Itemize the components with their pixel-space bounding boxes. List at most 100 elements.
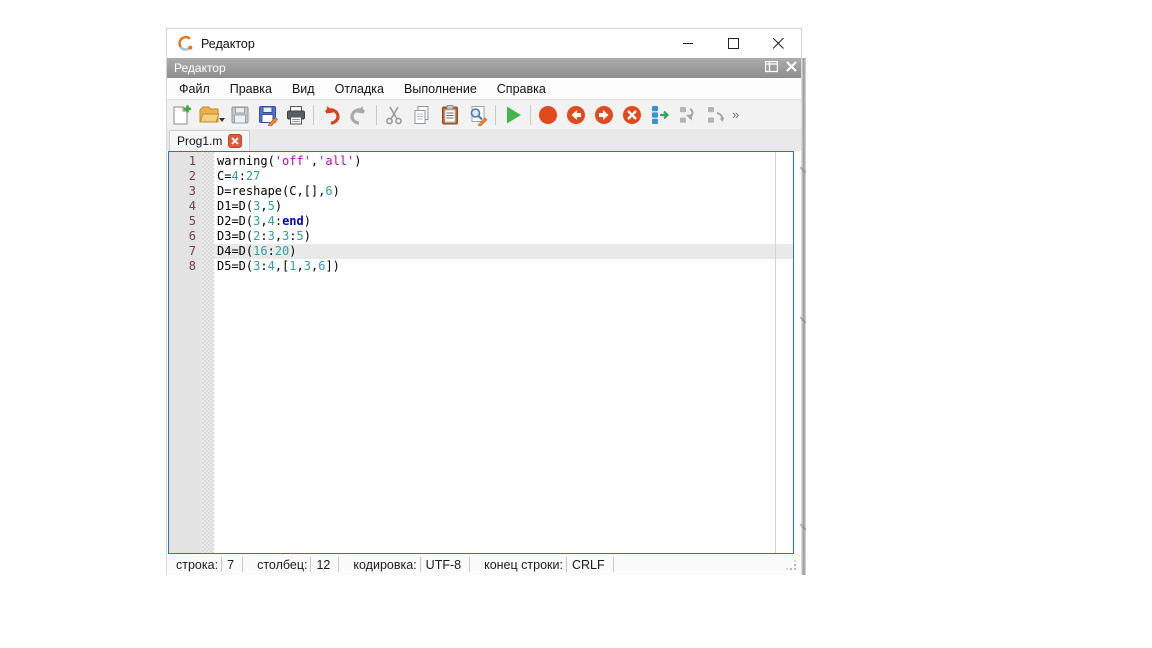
status-separator bbox=[469, 557, 470, 572]
copy-button[interactable] bbox=[408, 102, 436, 128]
step-button[interactable] bbox=[646, 102, 674, 128]
code-line[interactable]: 8 D5=D(3:4,[1,3,6]) bbox=[169, 259, 793, 274]
maximize-button[interactable] bbox=[711, 29, 756, 58]
next-breakpoint-button[interactable] bbox=[590, 102, 618, 128]
line-number: 3 bbox=[169, 184, 202, 199]
code-text[interactable]: D1=D(3,5) bbox=[214, 199, 793, 214]
fold-margin-cell[interactable] bbox=[202, 229, 214, 244]
fold-margin-cell[interactable] bbox=[202, 214, 214, 229]
code-line[interactable]: 3 D=reshape(C,[],6) bbox=[169, 184, 793, 199]
code-text[interactable]: D3=D(2:3,3:5) bbox=[214, 229, 793, 244]
dock-title: Редактор bbox=[174, 61, 226, 75]
run-button[interactable] bbox=[499, 102, 527, 128]
toggle-breakpoint-button[interactable] bbox=[534, 102, 562, 128]
close-button[interactable] bbox=[756, 29, 801, 58]
menu-item-отладка[interactable]: Отладка bbox=[325, 78, 394, 99]
line-number: 8 bbox=[169, 259, 202, 274]
title-bar[interactable]: Редактор bbox=[167, 29, 801, 58]
code-line[interactable]: 7D4=D(16:20) bbox=[169, 244, 793, 259]
status-field-label: конец строки: bbox=[480, 558, 566, 572]
status-field-value: UTF-8 bbox=[421, 558, 469, 572]
status-field: кодировка:UTF-8 bbox=[349, 557, 480, 572]
status-separator bbox=[338, 557, 339, 572]
status-field: конец строки:CRLF bbox=[480, 557, 624, 572]
tab-prog1[interactable]: Prog1.m bbox=[169, 130, 250, 151]
line-number: 6 bbox=[169, 229, 202, 244]
find-replace-button[interactable] bbox=[464, 102, 492, 128]
print-button[interactable] bbox=[282, 102, 310, 128]
cut-button[interactable] bbox=[380, 102, 408, 128]
menu-item-правка[interactable]: Правка bbox=[220, 78, 282, 99]
open-dropdown-caret-icon[interactable] bbox=[219, 118, 225, 122]
octave-logo-icon bbox=[177, 35, 194, 52]
minimize-button[interactable] bbox=[666, 29, 711, 58]
remove-breakpoints-button[interactable] bbox=[618, 102, 646, 128]
window-title: Редактор bbox=[201, 37, 255, 51]
code-text[interactable]: D5=D(3:4,[1,3,6]) bbox=[214, 259, 793, 274]
code-text[interactable]: D2=D(3,4:end) bbox=[214, 214, 793, 229]
code-line[interactable]: 2 C=4:27 bbox=[169, 169, 793, 184]
code-text[interactable]: C=4:27 bbox=[214, 169, 793, 184]
code-text[interactable]: warning('off','all') bbox=[214, 154, 793, 169]
save-as-icon bbox=[257, 104, 279, 126]
undock-icon bbox=[765, 61, 778, 73]
desktop: Редактор Редактор bbox=[0, 0, 1152, 648]
status-field-label: столбец: bbox=[253, 558, 310, 572]
status-field-value: 7 bbox=[222, 558, 242, 572]
fold-margin-cell[interactable] bbox=[202, 259, 214, 274]
dock-close-icon bbox=[786, 61, 797, 72]
size-grip[interactable] bbox=[786, 560, 796, 570]
cut-icon bbox=[383, 104, 405, 126]
code-line[interactable]: 4D1=D(3,5) bbox=[169, 199, 793, 214]
previous-breakpoint-button[interactable] bbox=[562, 102, 590, 128]
line-number: 2 bbox=[169, 169, 202, 184]
dock-title-bar[interactable]: Редактор bbox=[167, 58, 801, 78]
save-as-button[interactable] bbox=[254, 102, 282, 128]
code-line[interactable]: 1 warning('off','all') bbox=[169, 154, 793, 169]
redo-button[interactable] bbox=[345, 102, 373, 128]
code-lines: 1 warning('off','all') 2 C=4:27 3 D=reshape(C… bbox=[169, 154, 793, 274]
open-file-button[interactable] bbox=[195, 102, 223, 128]
status-field: столбец:12 bbox=[253, 557, 349, 572]
toolbar-separator bbox=[495, 105, 496, 125]
menu-item-файл[interactable]: Файл bbox=[169, 78, 220, 99]
menu-item-справка[interactable]: Справка bbox=[487, 78, 556, 99]
status-field-value: 12 bbox=[311, 558, 338, 572]
tab-label: Prog1.m bbox=[177, 134, 222, 148]
code-line[interactable]: 5D2=D(3,4:end) bbox=[169, 214, 793, 229]
menu-item-вид[interactable]: Вид bbox=[282, 78, 325, 99]
fold-margin-cell[interactable] bbox=[202, 184, 214, 199]
tab-bar: Prog1.m bbox=[167, 129, 801, 151]
toolbar-separator bbox=[530, 105, 531, 125]
step-in-button[interactable] bbox=[674, 102, 702, 128]
menu-item-выполнение[interactable]: Выполнение bbox=[394, 78, 487, 99]
maximize-icon bbox=[728, 38, 739, 49]
fold-margin-cell[interactable] bbox=[202, 199, 214, 214]
remove-breakpoints-icon bbox=[621, 104, 643, 126]
dock-close-button[interactable] bbox=[786, 61, 797, 75]
step-icon bbox=[649, 104, 671, 126]
new-file-icon bbox=[170, 104, 192, 126]
code-text[interactable]: D4=D(16:20) bbox=[214, 244, 793, 259]
status-field-value: CRLF bbox=[567, 558, 613, 572]
step-out-button[interactable] bbox=[702, 102, 730, 128]
toolbar-overflow-button[interactable]: » bbox=[732, 107, 739, 122]
code-text[interactable]: D=reshape(C,[],6) bbox=[214, 184, 793, 199]
tab-close-button[interactable] bbox=[228, 134, 242, 148]
undock-button[interactable] bbox=[765, 61, 778, 76]
code-line[interactable]: 6 D3=D(2:3,3:5) bbox=[169, 229, 793, 244]
line-number: 1 bbox=[169, 154, 202, 169]
status-separator bbox=[613, 557, 614, 572]
fold-margin-cell[interactable] bbox=[202, 154, 214, 169]
fold-margin-cell[interactable] bbox=[202, 244, 214, 259]
open-folder-icon bbox=[198, 104, 220, 126]
paste-button[interactable] bbox=[436, 102, 464, 128]
status-bar: строка:7столбец:12кодировка:UTF-8конец с… bbox=[167, 554, 801, 575]
fold-margin-cell[interactable] bbox=[202, 169, 214, 184]
undo-button[interactable] bbox=[317, 102, 345, 128]
new-file-button[interactable] bbox=[167, 102, 195, 128]
paste-icon bbox=[439, 104, 461, 126]
save-button[interactable] bbox=[226, 102, 254, 128]
code-editor[interactable]: 1 warning('off','all') 2 C=4:27 3 D=reshape(C… bbox=[168, 151, 794, 554]
toolbar-separator bbox=[313, 105, 314, 125]
